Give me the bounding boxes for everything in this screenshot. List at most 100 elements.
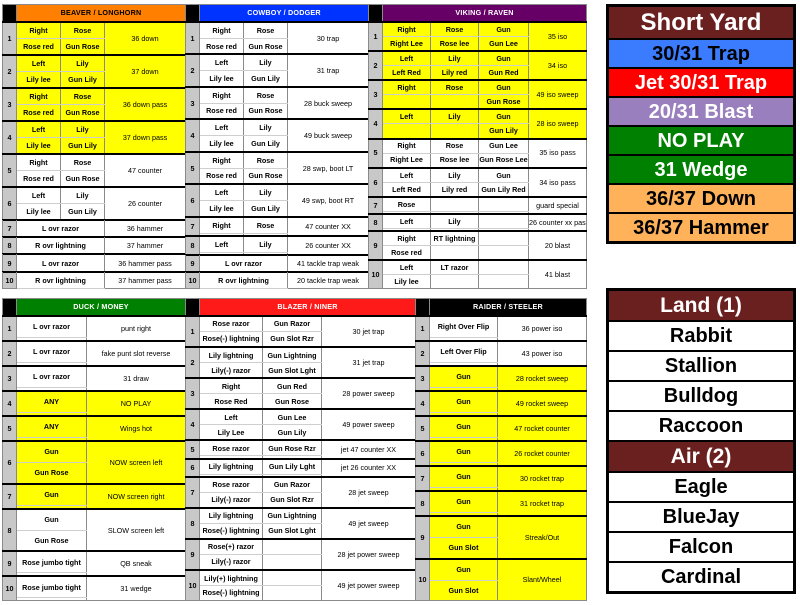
formation-cell: Left bbox=[199, 118, 244, 137]
land-item[interactable]: Bulldog bbox=[606, 380, 796, 412]
formation-cell-alt: Lily lee bbox=[199, 70, 244, 88]
row-number: 8 bbox=[2, 507, 17, 552]
formation-cell: Lily bbox=[60, 185, 105, 204]
play-name-cell: 31 jet trap bbox=[321, 346, 416, 379]
row-number: 6 bbox=[185, 457, 200, 478]
formation-cell-alt: Gun Rose bbox=[243, 102, 288, 120]
air-item[interactable]: Falcon bbox=[606, 531, 796, 563]
table-row: 5 Right Rose 28 swp, boot LT bbox=[185, 150, 370, 185]
short-yard-play[interactable]: Jet 30/31 Trap bbox=[606, 67, 796, 98]
play-name-cell: 37 hammer pass bbox=[104, 270, 186, 289]
air-item[interactable]: BlueJay bbox=[606, 501, 796, 533]
row-number: 9 bbox=[185, 253, 200, 273]
formation-cell: Rose bbox=[60, 86, 105, 105]
land-item[interactable]: Raccoon bbox=[606, 410, 796, 442]
play-name-cell: 28 buck sweep bbox=[286, 85, 370, 120]
play-name-cell: 37 down pass bbox=[104, 119, 186, 155]
short-yard-play[interactable]: 31 Wedge bbox=[606, 154, 796, 185]
play-name-cell: 49 jet power sweep bbox=[321, 569, 416, 602]
row-number: 1 bbox=[2, 21, 17, 56]
formation-cell-alt: Gun Lily bbox=[60, 70, 105, 89]
row-number: 3 bbox=[2, 86, 17, 122]
row-number: 2 bbox=[185, 346, 200, 379]
play-name-cell: jet 26 counter XX bbox=[321, 457, 416, 478]
short-yard-play[interactable]: NO PLAY bbox=[606, 125, 796, 156]
play-name-cell: punt right bbox=[85, 314, 187, 342]
formation-cell: Right bbox=[199, 20, 244, 39]
formation-cell: Rose bbox=[243, 85, 288, 104]
play-name-cell: 49 buck sweep bbox=[286, 118, 370, 153]
short-yard-play[interactable]: 36/37 Down bbox=[606, 183, 796, 214]
play-name-cell: 28 swp, boot LT bbox=[286, 150, 370, 185]
formation-cell-alt: Lily red bbox=[430, 65, 479, 81]
table-row: 4 Left Lily Gun 28 iso sweep bbox=[368, 108, 587, 140]
formation-cell: Right bbox=[382, 137, 431, 154]
row-number: 7 bbox=[185, 475, 200, 509]
row-number: 8 bbox=[185, 506, 200, 540]
formation-cell-alt: Left Red bbox=[382, 65, 431, 81]
formation-cell: Right bbox=[199, 215, 244, 234]
formation-cell: Gun Rose Rzr bbox=[262, 439, 322, 457]
land-item[interactable]: Stallion bbox=[606, 350, 796, 382]
formation-cell: Rose jumbo tight bbox=[16, 550, 87, 574]
play-table-blazer-niner: BLAZER / NINER 1 Rose razor Gun Razor 30 jet… bbox=[185, 298, 416, 602]
formation-cell: Lily bbox=[430, 108, 479, 125]
land-air-panel: Land (1) Rabbit Stallion Bulldog Raccoon Air … bbox=[606, 288, 796, 594]
play-table-duck-money: DUCK / MONEY 1 L ovr razor punt right 2 L ovr… bbox=[2, 298, 187, 602]
table-row: 3 Gun 28 rocket sweep bbox=[415, 365, 587, 392]
formation-cell-alt bbox=[262, 585, 322, 601]
formation-cell: Right Over Flip bbox=[429, 314, 498, 338]
section-header-beaver-longhorn: BEAVER / LONGHORN bbox=[16, 4, 186, 23]
short-yard-play[interactable]: 30/31 Trap bbox=[606, 38, 796, 69]
formation-cell: Gun bbox=[16, 507, 87, 531]
formation-cell: Gun bbox=[478, 166, 529, 183]
table-corner-cell bbox=[415, 298, 430, 317]
formation-cell-alt: Gun Rose bbox=[243, 167, 288, 185]
row-number: 10 bbox=[415, 557, 430, 601]
table-row: 4 Left Lily 37 down pass bbox=[2, 119, 186, 155]
play-name-cell: 34 iso bbox=[528, 50, 587, 81]
formation-cell: Left bbox=[382, 50, 431, 67]
formation-cell-alt: Rose red bbox=[16, 103, 61, 122]
row-number: 3 bbox=[415, 365, 430, 392]
formation-cell-alt: Gun Slot Lght bbox=[262, 522, 322, 540]
formation-cell-alt: Lily lee bbox=[199, 135, 244, 153]
formation-cell-alt: Gun Rose bbox=[243, 37, 288, 55]
formation-cell-alt: Left Red bbox=[382, 181, 431, 198]
air-item[interactable]: Eagle bbox=[606, 471, 796, 503]
table-row: 3 Right Rose 36 down pass bbox=[2, 86, 186, 122]
table-row: 2 Left Lily Gun 34 iso bbox=[368, 50, 587, 81]
formation-cell: Rose(+) razor bbox=[199, 538, 263, 556]
land-item[interactable]: Rabbit bbox=[606, 320, 796, 352]
play-name-cell: 28 jet power sweep bbox=[321, 537, 416, 571]
row-number: 2 bbox=[368, 50, 383, 81]
formation-cell: R ovr lightning bbox=[16, 270, 105, 289]
formation-cell: Lily bbox=[430, 166, 479, 183]
play-name-cell: 49 iso sweep bbox=[528, 79, 587, 110]
formation-cell-alt: Lily(-) razor bbox=[199, 362, 263, 379]
short-yard-play[interactable]: 20/31 Blast bbox=[606, 96, 796, 127]
formation-cell: Lily lightning bbox=[199, 346, 263, 364]
formation-cell-alt bbox=[382, 123, 431, 139]
air-item[interactable]: Cardinal bbox=[606, 561, 796, 594]
formation-cell-alt: Gun Rose bbox=[478, 94, 529, 110]
formation-cell: Rose bbox=[430, 79, 479, 96]
table-row: 6 Left Lily 49 swp, boot RT bbox=[185, 183, 370, 218]
table-row: 4 Gun 49 rocket sweep bbox=[415, 390, 587, 417]
formation-cell: Gun bbox=[16, 440, 87, 463]
row-number: 8 bbox=[2, 236, 17, 255]
row-number: 10 bbox=[185, 569, 200, 602]
row-number: 10 bbox=[185, 271, 200, 290]
row-number: 4 bbox=[368, 108, 383, 140]
row-number: 7 bbox=[368, 195, 383, 215]
formation-cell: Gun bbox=[429, 557, 498, 581]
formation-cell-alt bbox=[430, 94, 479, 110]
formation-cell-alt: Lily(-) razor bbox=[199, 491, 263, 509]
table-row: 3L ovr razor 31 draw bbox=[2, 365, 187, 392]
table-row: 7 Gun 30 rocket trap bbox=[415, 465, 587, 492]
table-row: 1 Right Rose 36 down bbox=[2, 20, 186, 56]
table-row: 1L ovr razor punt right bbox=[2, 314, 187, 342]
formation-cell: Gun Lily Lght bbox=[262, 457, 322, 475]
short-yard-play[interactable]: 36/37 Hammer bbox=[606, 212, 796, 244]
row-number: 7 bbox=[185, 215, 200, 237]
